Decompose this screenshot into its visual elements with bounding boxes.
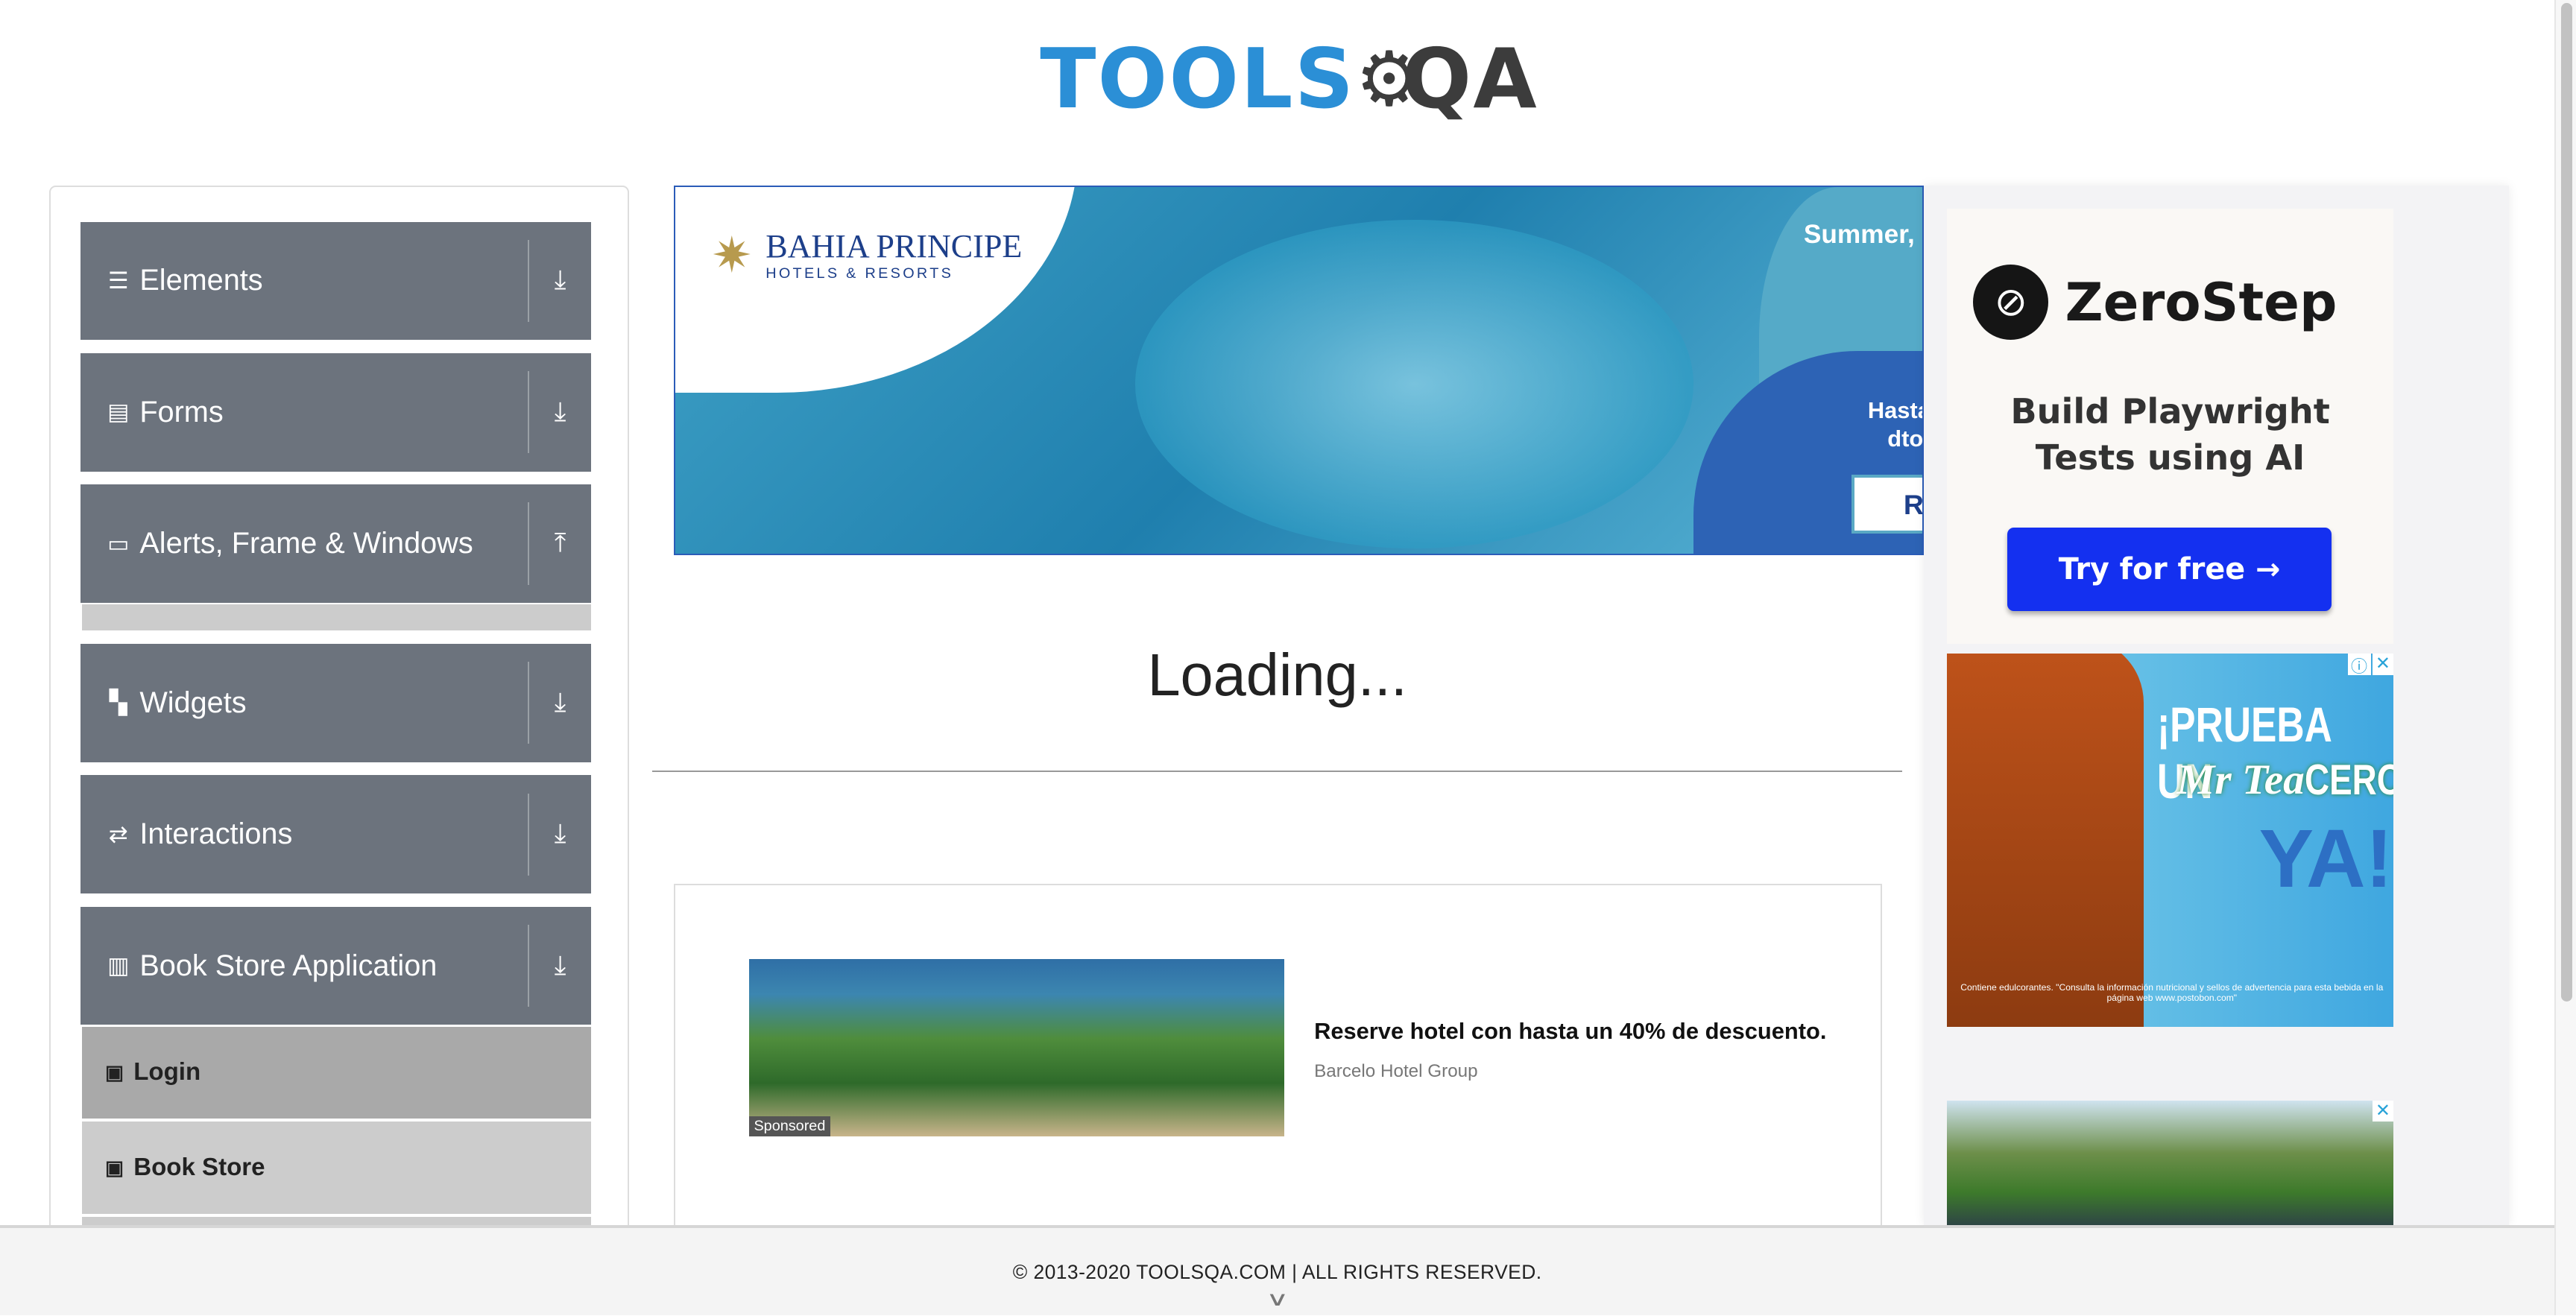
sidebar-group-elements[interactable]: ☰ Elements ⤓ bbox=[80, 221, 592, 341]
interactions-icon: ⇄ bbox=[108, 820, 128, 847]
document-icon: ▤ bbox=[107, 399, 130, 426]
books-icon: ▥ bbox=[107, 952, 130, 978]
right-ad-column: ⊘ ZeroStep Build Playwright Tests using … bbox=[1924, 186, 2509, 1233]
ad-close-icon[interactable]: ✕ bbox=[2372, 654, 2394, 675]
sun-logo-icon: ✷ bbox=[711, 227, 753, 283]
ad-info-icon[interactable]: ⓘ bbox=[2347, 654, 2371, 676]
widgets-icon: ▚ bbox=[109, 689, 127, 716]
sidebar-group-alerts[interactable]: ▭ Alerts, Frame & Windows ⤒ bbox=[80, 484, 592, 603]
swimmer-image bbox=[1134, 220, 1694, 548]
footer: © 2013-2020 TOOLSQA.COM | ALL RIGHTS RES… bbox=[0, 1225, 2555, 1316]
collapsed-submenu bbox=[82, 604, 592, 631]
book-icon: ▣ bbox=[105, 1060, 124, 1084]
download-icon: ⤓ bbox=[554, 687, 566, 717]
download-icon: ⤓ bbox=[554, 950, 566, 980]
divider bbox=[652, 770, 1903, 772]
sidebar-group-interactions[interactable]: ⇄ Interactions ⤓ bbox=[80, 775, 592, 894]
sidebar-item-login[interactable]: ▣ Login bbox=[82, 1026, 592, 1119]
scrollbar-thumb[interactable] bbox=[2560, 3, 2573, 1002]
sidebar-item-book-store[interactable]: ▣ Book Store bbox=[82, 1122, 592, 1214]
download-icon: ⤓ bbox=[554, 819, 566, 849]
mr-tea-ad[interactable]: ¡PRUEBA UN Mr Tea CERO YA! Contiene edul… bbox=[1946, 654, 2394, 1027]
window-icon: ▭ bbox=[107, 530, 130, 557]
download-icon: ⤓ bbox=[554, 265, 566, 295]
zerostep-logo-icon: ⊘ bbox=[1973, 264, 2049, 341]
bahia-principe-ad[interactable]: ✷ BAHIA PRINCIPE HOTELS & RESORTS Summer… bbox=[673, 186, 1924, 555]
download-icon: ⤓ bbox=[554, 396, 566, 426]
chevron-down-icon[interactable]: ∨ bbox=[0, 1289, 2576, 1309]
menu-icon: ☰ bbox=[107, 267, 129, 294]
loading-text: Loading... bbox=[1147, 641, 1407, 708]
toolsqa-logo[interactable]: TOOLS ⚙ QA bbox=[1040, 23, 1538, 135]
sidebar-group-book-store[interactable]: ▥ Book Store Application ⤓ bbox=[80, 906, 592, 1025]
book-icon: ▣ bbox=[105, 1156, 124, 1179]
resort-ad[interactable]: ✕ bbox=[1946, 1100, 2394, 1233]
sidebar-group-forms[interactable]: ▤ Forms ⤓ bbox=[80, 352, 592, 472]
tea-bottle-image bbox=[1946, 654, 2144, 1027]
sidebar-group-widgets[interactable]: ▚ Widgets ⤓ bbox=[80, 644, 592, 762]
resort-image: Sponsored bbox=[748, 958, 1285, 1136]
try-for-free-button[interactable]: Try for free → bbox=[2007, 527, 2332, 611]
zerostep-ad[interactable]: ⊘ ZeroStep Build Playwright Tests using … bbox=[1946, 208, 2394, 644]
ad-close-icon[interactable]: ✕ bbox=[2372, 1100, 2394, 1122]
native-ad[interactable]: Sponsored Reserve hotel con hasta un 40%… bbox=[673, 883, 1883, 1265]
reserve-button[interactable]: Re bbox=[1851, 474, 1922, 534]
scrollbar[interactable] bbox=[2554, 0, 2576, 1316]
upload-icon: ⤒ bbox=[554, 528, 566, 558]
